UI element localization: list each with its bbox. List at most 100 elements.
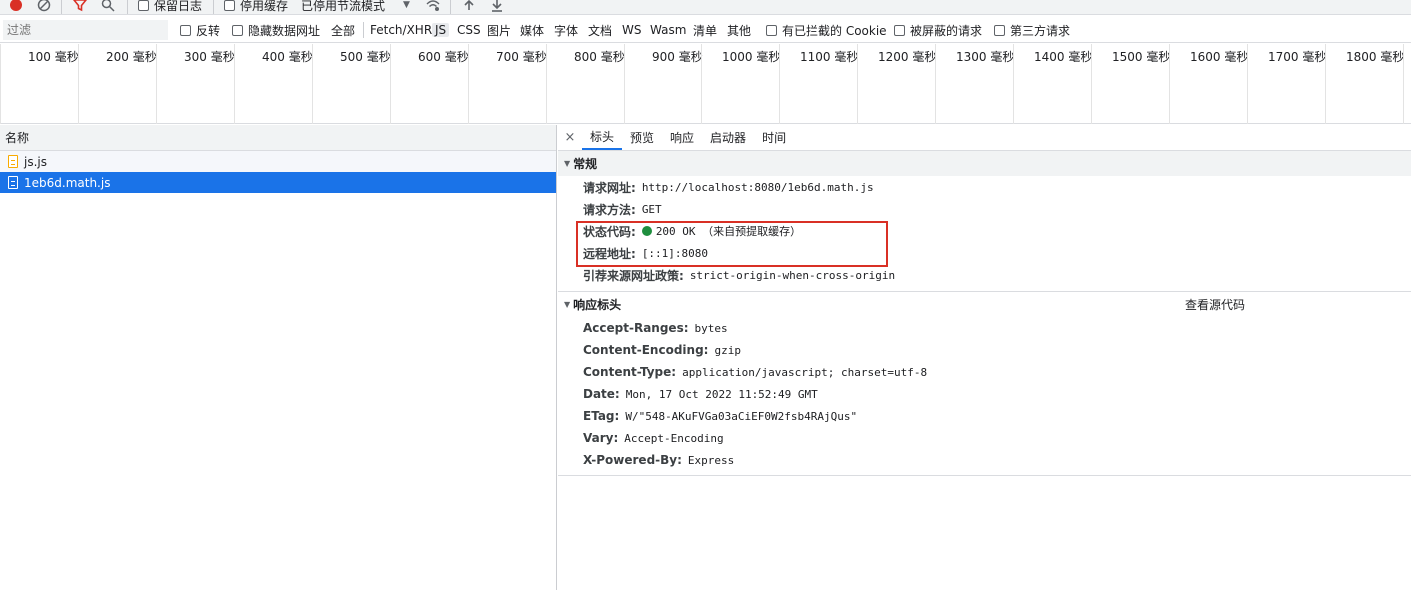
timeline-tick-label: 1400 毫秒 bbox=[1034, 50, 1093, 64]
triangle-down-icon: ▼ bbox=[564, 159, 571, 168]
general-section-header[interactable]: ▼ 常规 bbox=[558, 151, 1411, 176]
type-filter-label: 文档 bbox=[588, 23, 613, 38]
header-key: 状态代码: bbox=[583, 224, 636, 239]
header-value: [::1]:8080 bbox=[641, 246, 709, 260]
timeline-gridline bbox=[1403, 44, 1404, 124]
type-filter-manifest[interactable]: 清单 bbox=[690, 22, 720, 38]
response-headers-title: 响应标头 bbox=[573, 298, 622, 312]
response-header-row: ETag: W/"548-AKuFVGa03aCiEF0W2fsb4RAjQus… bbox=[558, 405, 1411, 427]
type-filter-label: CSS bbox=[457, 23, 481, 37]
response-header-row: Accept-Ranges: bytes bbox=[558, 317, 1411, 339]
timeline-gridline bbox=[1169, 44, 1170, 124]
blocked-requests-checkbox[interactable]: 被屏蔽的请求 bbox=[894, 22, 982, 38]
record-button[interactable] bbox=[10, 0, 22, 14]
search-button[interactable] bbox=[101, 0, 115, 14]
checkbox-box bbox=[994, 24, 1005, 36]
header-key: ETag: bbox=[583, 409, 620, 423]
type-filter-wasm[interactable]: Wasm bbox=[647, 22, 689, 38]
timeline-gridline bbox=[78, 44, 79, 124]
header-value: Mon, 17 Oct 2022 11:52:49 GMT bbox=[625, 387, 818, 401]
tab-response[interactable]: 响应 bbox=[662, 125, 702, 150]
request-name: js.js bbox=[24, 154, 47, 169]
timeline-gridline bbox=[156, 44, 157, 124]
type-filter-label: Wasm bbox=[650, 23, 687, 37]
import-har-button[interactable] bbox=[463, 0, 475, 14]
type-filter-doc[interactable]: 文档 bbox=[585, 22, 615, 38]
toolbar-divider bbox=[61, 0, 62, 14]
header-value: GET bbox=[641, 202, 662, 216]
close-icon: × bbox=[564, 130, 576, 145]
timeline-gridline bbox=[857, 44, 858, 124]
tab-initiator[interactable]: 启动器 bbox=[702, 125, 754, 150]
clear-button[interactable] bbox=[37, 0, 51, 14]
script-file-icon bbox=[8, 176, 18, 189]
type-filter-font[interactable]: 字体 bbox=[551, 22, 581, 38]
timeline-overview[interactable]: 100 毫秒 200 毫秒 300 毫秒 400 毫秒 500 毫秒 600 毫… bbox=[0, 44, 1411, 124]
request-details: × 标头 预览 响应 启动器 时间 ▼ 常规 请求网址: http://loca… bbox=[558, 125, 1411, 590]
tab-label: 时间 bbox=[762, 131, 787, 145]
type-filter-media[interactable]: 媒体 bbox=[517, 22, 547, 38]
preserve-log-checkbox[interactable]: 保留日志 bbox=[138, 0, 203, 14]
checkbox-box bbox=[138, 0, 149, 11]
close-details-button[interactable]: × bbox=[558, 125, 582, 150]
header-key: Accept-Ranges: bbox=[583, 321, 689, 335]
header-value: application/javascript; charset=utf-8 bbox=[682, 365, 928, 379]
invert-checkbox[interactable]: 反转 bbox=[180, 22, 220, 38]
referrer-policy-row: 引荐来源网址政策: strict-origin-when-cross-origi… bbox=[558, 264, 1411, 286]
type-filter-label: 其他 bbox=[727, 23, 752, 38]
toolbar-divider bbox=[450, 0, 451, 14]
details-tabbar: × 标头 预览 响应 启动器 时间 bbox=[558, 125, 1411, 151]
header-value: strict-origin-when-cross-origin bbox=[689, 268, 896, 282]
header-key: X-Powered-By: bbox=[583, 453, 682, 467]
type-filter-ws[interactable]: WS bbox=[619, 22, 644, 38]
header-key: Vary: bbox=[583, 431, 619, 445]
response-header-row: Date: Mon, 17 Oct 2022 11:52:49 GMT bbox=[558, 383, 1411, 405]
type-filter-css[interactable]: CSS bbox=[454, 22, 484, 38]
tab-label: 响应 bbox=[670, 131, 695, 145]
type-filter-fetch-xhr[interactable]: Fetch/XHR bbox=[367, 22, 435, 38]
type-filter-label: 全部 bbox=[331, 23, 356, 38]
type-filter-other[interactable]: 其他 bbox=[724, 22, 754, 38]
timeline-tick-label: 200 毫秒 bbox=[106, 50, 157, 64]
type-filter-img[interactable]: 图片 bbox=[484, 22, 514, 38]
filter-toggle-button[interactable] bbox=[73, 0, 87, 14]
request-name: 1eb6d.math.js bbox=[24, 175, 111, 190]
type-filter-label: 清单 bbox=[693, 23, 718, 38]
timeline-gridline bbox=[1247, 44, 1248, 124]
tab-headers[interactable]: 标头 bbox=[582, 125, 623, 150]
checkbox-box bbox=[894, 24, 905, 36]
third-party-checkbox[interactable]: 第三方请求 bbox=[994, 22, 1070, 38]
throttling-select[interactable]: 已停用节流模式 ▼ bbox=[301, 0, 410, 14]
network-toolbar: 保留日志 停用缓存 已停用节流模式 ▼ bbox=[0, 0, 1411, 15]
name-column-header[interactable]: 名称 bbox=[0, 125, 556, 151]
import-icon bbox=[464, 0, 474, 10]
tab-label: 启动器 bbox=[710, 131, 747, 145]
checkbox-box bbox=[180, 24, 191, 36]
timeline-tick-label: 500 毫秒 bbox=[340, 50, 391, 64]
response-headers-section-header[interactable]: ▼ 响应标头 查看源代码 bbox=[558, 292, 1411, 317]
timeline-tick-label: 1500 毫秒 bbox=[1112, 50, 1171, 64]
preserve-log-label: 保留日志 bbox=[154, 0, 203, 13]
request-row-js-js[interactable]: js.js bbox=[0, 151, 556, 172]
response-header-row: Content-Type: application/javascript; ch… bbox=[558, 361, 1411, 383]
type-filter-js[interactable]: JS bbox=[432, 22, 450, 38]
filter-input[interactable] bbox=[3, 20, 168, 40]
toolbar-divider bbox=[213, 0, 214, 14]
status-code-row: 状态代码: 200 OK （来自预提取缓存） bbox=[558, 220, 1411, 242]
blocked-cookies-checkbox[interactable]: 有已拦截的 Cookie bbox=[766, 22, 887, 38]
invert-label: 反转 bbox=[196, 23, 221, 38]
export-har-button[interactable] bbox=[491, 0, 503, 14]
timeline-tick-label: 400 毫秒 bbox=[262, 50, 313, 64]
timeline-tick-label: 900 毫秒 bbox=[652, 50, 703, 64]
hide-data-urls-checkbox[interactable]: 隐藏数据网址 bbox=[232, 22, 320, 38]
header-key: 请求网址: bbox=[583, 180, 636, 195]
view-source-button[interactable]: 查看源代码 bbox=[1185, 292, 1245, 317]
tab-preview[interactable]: 预览 bbox=[622, 125, 662, 150]
type-filter-label: Fetch/XHR bbox=[370, 23, 433, 37]
network-conditions-button[interactable] bbox=[425, 0, 441, 14]
timeline-gridline bbox=[935, 44, 936, 124]
disable-cache-checkbox[interactable]: 停用缓存 bbox=[224, 0, 288, 14]
request-row-math-js[interactable]: 1eb6d.math.js bbox=[0, 172, 556, 193]
tab-timing[interactable]: 时间 bbox=[754, 125, 794, 150]
type-filter-all[interactable]: 全部 bbox=[328, 22, 358, 38]
